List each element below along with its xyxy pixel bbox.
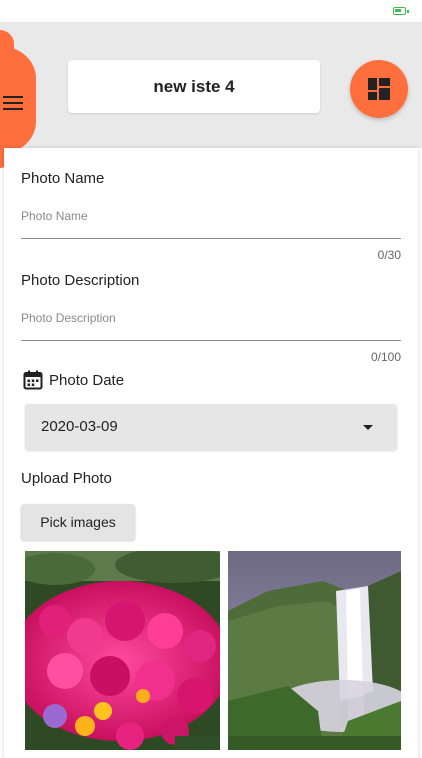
photo-thumbnail-flowers[interactable]	[25, 551, 220, 750]
photo-description-counter: 0/100	[370, 350, 401, 364]
photo-thumbnail-waterfall[interactable]	[228, 551, 401, 750]
photo-description-underline	[21, 340, 401, 341]
photo-date-value: 2020-03-09	[41, 418, 118, 435]
layout-toggle-button[interactable]	[350, 60, 408, 118]
app-header: new iste 4	[0, 22, 422, 168]
photo-date-dropdown[interactable]: 2020-03-09	[25, 404, 397, 450]
chevron-down-icon	[363, 425, 373, 430]
photo-date-label: Photo Date	[49, 372, 125, 389]
upload-photo-label: Upload Photo	[21, 470, 112, 487]
photo-name-label: Photo Name	[21, 170, 105, 187]
pick-images-button[interactable]: Pick images	[21, 504, 135, 540]
photo-name-counter: 0/30	[377, 248, 401, 262]
photo-description-input[interactable]: Photo Description	[21, 311, 116, 325]
photo-name-underline	[21, 238, 401, 239]
menu-button[interactable]	[0, 30, 36, 168]
photo-name-input[interactable]: Photo Name	[21, 209, 88, 223]
page-title: new iste 4	[68, 60, 320, 113]
battery-icon	[393, 7, 409, 15]
calendar-icon	[23, 370, 43, 390]
status-bar	[0, 0, 422, 22]
photo-description-label: Photo Description	[21, 272, 140, 289]
hamburger-menu-icon	[3, 96, 23, 110]
dashboard-grid-icon	[368, 78, 390, 100]
